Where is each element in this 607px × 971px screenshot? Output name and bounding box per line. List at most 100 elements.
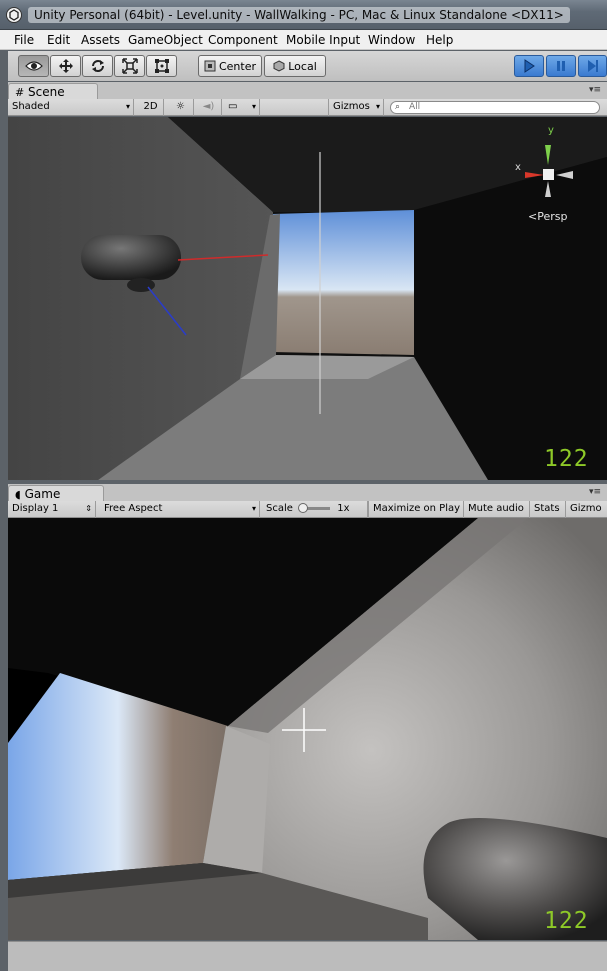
- rect-transform-icon: [154, 59, 169, 73]
- scene-tab-label: Scene: [28, 85, 65, 99]
- status-bar: [8, 941, 607, 971]
- game-panel-tabbar: ◖ Game ▾≡: [8, 484, 607, 502]
- pause-icon: [557, 61, 565, 71]
- rotate-tool-button[interactable]: [82, 55, 113, 77]
- scene-viewport[interactable]: y x <Persp 122: [8, 117, 607, 480]
- game-viewport[interactable]: 122: [8, 518, 607, 940]
- local-space-icon: [273, 60, 285, 72]
- scene-fps-counter: 122: [544, 446, 589, 472]
- gizmos-label: Gizmos: [333, 101, 370, 112]
- pivot-label: Center: [218, 59, 257, 73]
- menu-assets[interactable]: Assets: [81, 32, 120, 48]
- chevron-updown-icon: ⇕: [85, 504, 92, 513]
- gizmo-x-cone[interactable]: [525, 172, 544, 178]
- menu-gameobject[interactable]: GameObject: [128, 32, 203, 48]
- gizmo-y-label: y: [548, 125, 554, 136]
- pause-button[interactable]: [546, 55, 576, 77]
- stats-toggle[interactable]: Stats: [530, 501, 566, 518]
- move-arrows-icon: [58, 59, 73, 73]
- search-placeholder: All: [409, 102, 421, 112]
- gizmos-dropdown[interactable]: Gizmos ▾: [328, 99, 384, 116]
- menu-file[interactable]: File: [14, 32, 34, 48]
- mode-2d-toggle[interactable]: 2D: [138, 99, 164, 116]
- aspect-dropdown[interactable]: Free Aspect ▾: [100, 501, 260, 518]
- eye-icon: [24, 61, 43, 71]
- scene-panel-tabbar: # Scene ▾≡: [8, 82, 607, 100]
- speaker-icon: ◄): [202, 101, 215, 112]
- mute-label: Mute audio: [468, 503, 524, 514]
- menu-mobile-input[interactable]: Mobile Input: [286, 32, 360, 48]
- play-icon: [524, 59, 535, 73]
- view-tool-button[interactable]: [18, 55, 49, 77]
- menu-component[interactable]: Component: [208, 32, 278, 48]
- rotate-icon: [91, 60, 104, 72]
- pivot-center-toggle[interactable]: Center: [198, 55, 262, 77]
- stats-label: Stats: [534, 503, 560, 514]
- menu-help[interactable]: Help: [426, 32, 453, 48]
- gizmo-x-label: x: [515, 162, 521, 173]
- gizmo-neg-y-cone[interactable]: [545, 181, 551, 197]
- scale-label: Scale: [266, 503, 293, 514]
- game-fps-counter: 122: [544, 908, 589, 934]
- panel-menu-icon[interactable]: ▾≡: [589, 487, 601, 497]
- persp-icon: <: [528, 210, 538, 223]
- space-local-toggle[interactable]: Local: [264, 55, 326, 77]
- gizmo-center-cube[interactable]: [543, 169, 554, 180]
- step-button[interactable]: [578, 55, 607, 77]
- effects-dropdown[interactable]: ▭ ▾: [224, 99, 260, 116]
- lighting-toggle[interactable]: ☼: [168, 99, 194, 116]
- menu-edit[interactable]: Edit: [47, 32, 70, 48]
- scale-slider[interactable]: Scale 1x: [262, 501, 368, 518]
- window-titlebar: Unity Personal (64bit) - Level.unity - W…: [0, 0, 607, 30]
- window-title: Unity Personal (64bit) - Level.unity - W…: [28, 7, 570, 23]
- game-pacman-icon: ◖: [15, 488, 21, 501]
- play-button[interactable]: [514, 55, 544, 77]
- persp-label: Persp: [537, 210, 568, 223]
- panel-menu-icon[interactable]: ▾≡: [589, 85, 601, 95]
- chevron-down-icon: ▾: [251, 102, 256, 111]
- chevron-down-icon: ▾: [375, 102, 380, 111]
- scale-value: 1x: [337, 503, 350, 514]
- main-toolbar: Center Local: [8, 51, 607, 81]
- menu-window[interactable]: Window: [368, 32, 415, 48]
- scale-icon: [121, 58, 138, 74]
- menu-bar: File Edit Assets GameObject Component Mo…: [0, 30, 607, 50]
- scene-search-input[interactable]: ⌕ All: [390, 101, 600, 114]
- unity-logo-icon: [6, 7, 22, 23]
- game-subtoolbar: Display 1 ⇕ Free Aspect ▾ Scale 1x Maxim…: [8, 501, 607, 518]
- audio-toggle[interactable]: ◄): [196, 99, 222, 116]
- scale-tool-button[interactable]: [114, 55, 145, 77]
- display-label: Display 1: [12, 503, 59, 514]
- mode-2d-label: 2D: [143, 101, 158, 112]
- image-icon: ▭: [228, 101, 238, 112]
- step-icon: [587, 60, 598, 72]
- shading-mode-dropdown[interactable]: Shaded ▾: [8, 99, 134, 116]
- chevron-down-icon: ▾: [251, 504, 256, 513]
- rect-tool-button[interactable]: [146, 55, 177, 77]
- scene-subtoolbar: Shaded ▾ 2D ☼ ◄) ▭ ▾ Gizmos ▾ ⌕ All: [8, 99, 607, 116]
- scene-grid-icon: #: [15, 86, 25, 99]
- pivot-icon: [204, 60, 216, 72]
- aspect-label: Free Aspect: [104, 503, 163, 514]
- mute-audio-toggle[interactable]: Mute audio: [464, 501, 530, 518]
- scale-thumb[interactable]: [298, 502, 309, 513]
- game-tab-label: Game: [24, 487, 61, 501]
- maximize-on-play-toggle[interactable]: Maximize on Play: [368, 501, 464, 518]
- move-tool-button[interactable]: [50, 55, 81, 77]
- display-dropdown[interactable]: Display 1 ⇕: [8, 501, 96, 518]
- chevron-down-icon: ▾: [125, 102, 130, 111]
- projection-toggle[interactable]: <Persp: [528, 210, 567, 223]
- sun-icon: ☼: [176, 101, 185, 112]
- game-gizmos-toggle[interactable]: Gizmo: [566, 501, 607, 518]
- crosshair-icon: [294, 720, 314, 740]
- gizmo-neg-x-cone[interactable]: [556, 171, 573, 179]
- search-icon: ⌕: [395, 102, 401, 112]
- game-gizmos-label: Gizmo: [570, 503, 602, 514]
- gizmo-y-cone[interactable]: [545, 145, 551, 165]
- tab-scene[interactable]: # Scene: [8, 83, 98, 100]
- maximize-label: Maximize on Play: [373, 503, 461, 514]
- tab-game[interactable]: ◖ Game: [8, 485, 104, 502]
- scale-track[interactable]: [298, 502, 331, 513]
- space-label: Local: [288, 59, 317, 73]
- shading-mode-label: Shaded: [12, 101, 50, 112]
